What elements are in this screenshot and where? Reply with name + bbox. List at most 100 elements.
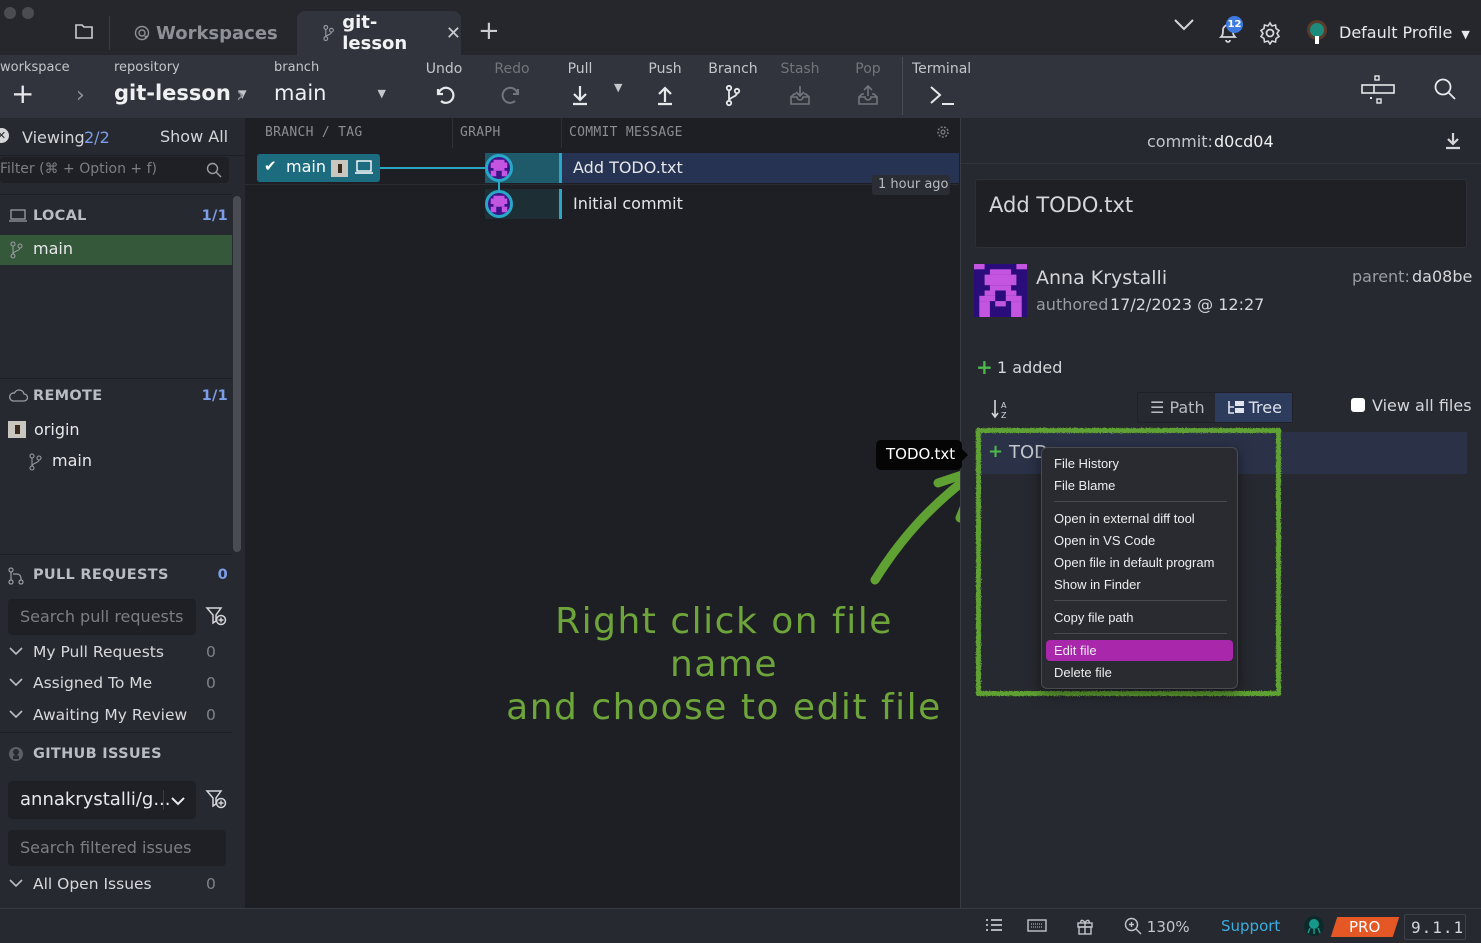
menu-item-delete-file[interactable]: Delete file [1046,662,1233,683]
stash-button[interactable]: Stash [770,61,830,107]
search-icon[interactable] [1433,77,1457,105]
list-icon[interactable] [985,917,1003,937]
repo-select-value: annakrystalli/g... [20,789,171,810]
window-control-minimize[interactable] [22,7,34,19]
pro-badge[interactable]: PRO [1330,917,1400,937]
gear-icon[interactable] [936,125,950,139]
commit-sha[interactable]: d0cd04 [1214,132,1274,151]
file-added-icon: + [988,441,1004,462]
zoom-level: 130% [1146,918,1190,936]
undo-button[interactable]: Undo [414,61,474,107]
terminal-button[interactable]: Terminal [912,61,976,107]
pop-button[interactable]: Pop [838,61,898,107]
notifications-button[interactable]: 12 [1216,16,1243,48]
pr-group-my-pull-requests[interactable]: My Pull Requests 0 [0,640,232,668]
branch-selector[interactable]: main ▼ [274,81,386,105]
profile-menu[interactable]: Default Profile ▼ [1339,23,1470,42]
branch-label-main[interactable]: ✔ main [257,154,380,182]
gear-icon[interactable] [1258,21,1282,49]
divider [0,554,232,555]
column-header-branch[interactable]: BRANCH / TAG [265,125,363,140]
branch-label: branch [274,60,320,75]
filter-add-icon[interactable] [205,605,227,631]
support-link[interactable]: Support [1221,917,1280,935]
search-placeholder: Search pull requests [20,607,184,626]
menu-item-open-vs-code[interactable]: Open in VS Code [1046,530,1233,551]
layout-toggle-icon[interactable] [1360,73,1396,111]
menu-item-file-blame[interactable]: File Blame [1046,475,1233,496]
remote-section-header[interactable]: REMOTE 1/1 [0,380,232,412]
view-path-button[interactable]: ☰ Path [1138,393,1215,422]
sort-az-icon[interactable]: AZ [991,398,1011,424]
menu-item-copy-file-path[interactable]: Copy file path [1046,607,1233,628]
filter-placeholder: Filter (⌘ + Option + f) [0,161,157,177]
search-filtered-issues-input[interactable]: Search filtered issues [8,830,226,866]
authored-label: authored [1036,295,1109,314]
menu-item-open-external-diff[interactable]: Open in external diff tool [1046,508,1233,529]
zoom-control[interactable]: 130% [1124,917,1190,936]
menu-item-edit-file[interactable]: Edit file [1046,640,1233,661]
chevron-down-icon [9,673,23,691]
undo-label: Undo [425,61,463,77]
cloud-icon [9,389,28,402]
repository-selector[interactable]: git-lesson ▼ [114,81,247,105]
view-tree-button[interactable]: Tree [1214,393,1292,422]
pull-requests-count: 0 [217,567,228,583]
remote-origin[interactable]: origin [0,416,232,446]
repository-label: repository [114,60,180,75]
title-tab-bar: Workspaces git-lesson ✕ + 12 Default Pro… [0,0,1481,55]
profile-avatar[interactable] [1305,20,1329,50]
pr-group-assigned-to-me[interactable]: Assigned To Me 0 [0,671,232,699]
menu-item-file-history[interactable]: File History [1046,453,1233,474]
show-all-button[interactable]: Show All [160,127,228,146]
commit-node-avatar[interactable] [485,190,513,218]
commit-node-avatar[interactable] [485,154,513,182]
pull-button[interactable]: Pull [550,61,610,107]
svg-text:A: A [1001,401,1007,410]
sidebar-scrollbar[interactable] [233,196,241,552]
pr-group-awaiting-my-review[interactable]: Awaiting My Review 0 [0,703,232,731]
view-all-files-checkbox[interactable] [1351,398,1365,412]
filter-input[interactable]: Filter (⌘ + Option + f) [0,157,229,183]
add-workspace-button[interactable]: + [11,77,34,110]
menu-item-show-in-finder[interactable]: Show in Finder [1046,574,1233,595]
tab-workspaces[interactable]: Workspaces [134,11,278,55]
push-button[interactable]: Push [635,61,695,107]
folder-icon[interactable] [74,22,94,42]
stash-icon [790,86,810,105]
commit-message-box[interactable]: Add TODO.txt [975,179,1467,248]
close-filter-icon[interactable]: ✕ [0,128,9,143]
window-control-close[interactable] [4,7,16,19]
remote-branch-main[interactable]: main [0,447,232,477]
search-pull-requests-input[interactable]: Search pull requests [8,599,196,635]
column-header-message[interactable]: COMMIT MESSAGE [569,125,683,140]
close-tab-icon[interactable]: ✕ [446,23,461,44]
local-section-header[interactable]: LOCAL 1/1 [0,200,232,232]
pull-requests-section-header[interactable]: PULL REQUESTS 0 [0,559,232,591]
gift-icon[interactable] [1076,917,1094,939]
filter-add-icon[interactable] [205,788,227,814]
branch-button[interactable]: Branch [703,61,763,107]
local-branch-main[interactable]: main [0,235,232,265]
pull-options-dropdown[interactable]: ▼ [614,81,622,94]
tab-git-lesson[interactable]: git-lesson ✕ [297,11,461,55]
chevron-down-icon[interactable] [1173,18,1195,36]
download-icon[interactable] [1445,132,1461,150]
column-divider[interactable] [452,118,453,148]
menu-separator [1054,633,1227,634]
keyboard-icon[interactable] [1027,917,1047,937]
issue-group-all-open[interactable]: All Open Issues 0 [0,872,232,900]
add-tab-button[interactable]: + [478,18,500,44]
pr-group-count: 0 [206,674,216,692]
tab-label: Workspaces [156,22,278,44]
commit-row[interactable]: Initial commit [245,189,959,219]
column-divider[interactable] [561,118,562,148]
menu-item-open-default-program[interactable]: Open file in default program [1046,552,1233,573]
parent-sha[interactable]: da08be [1412,267,1472,286]
column-header-graph[interactable]: GRAPH [460,125,501,140]
toolbar: workspace + › repository git-lesson ▼ › … [0,55,1481,118]
redo-button[interactable]: Redo [482,61,542,107]
github-issues-section-header[interactable]: GITHUB ISSUES [0,738,232,770]
terminal-icon [930,86,954,105]
repo-select[interactable]: annakrystalli/g... [8,781,196,819]
